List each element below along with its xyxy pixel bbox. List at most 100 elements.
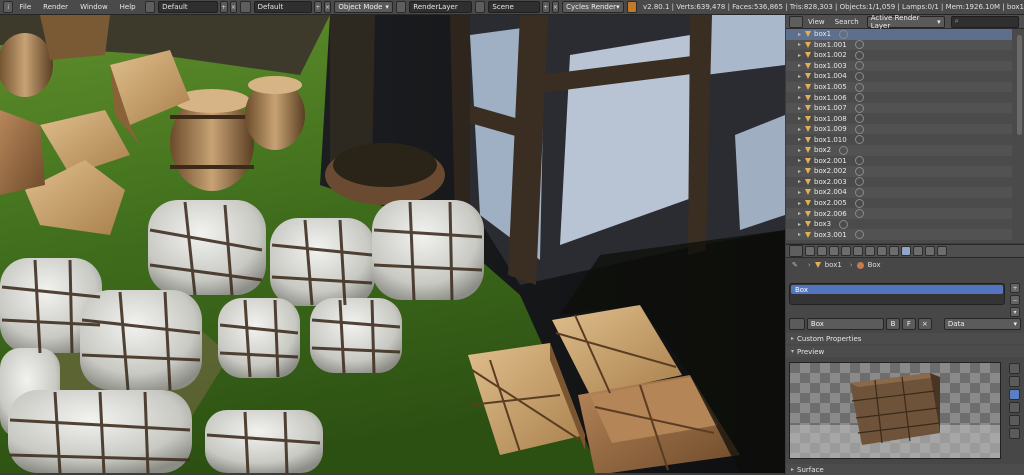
material-tab-icon[interactable] — [901, 246, 911, 256]
modifiers-tab-icon[interactable] — [877, 246, 887, 256]
scene-tab-icon[interactable] — [829, 246, 839, 256]
render-layer-icon[interactable] — [395, 1, 407, 13]
render-tab-icon[interactable] — [805, 246, 815, 256]
preview-monkey-icon[interactable] — [1009, 402, 1020, 413]
menu-window[interactable]: Window — [74, 3, 114, 11]
visibility-icon[interactable] — [854, 230, 864, 240]
pin-icon[interactable]: ✎ — [792, 261, 798, 269]
material-browse-icon[interactable] — [789, 318, 805, 330]
remove-scene-button[interactable]: × — [551, 1, 560, 13]
expand-arrow-icon[interactable]: ▸ — [798, 62, 804, 69]
visibility-icon[interactable] — [854, 93, 864, 103]
outliner-item[interactable]: ▸ box1.009 — [786, 123, 1012, 135]
visibility-icon[interactable] — [854, 198, 864, 208]
preview-panel-header[interactable]: ▾ Preview — [786, 346, 1024, 357]
expand-arrow-icon[interactable]: ▸ — [798, 52, 804, 59]
remove-slot-button[interactable]: − — [1010, 295, 1020, 305]
preview-cube-icon[interactable] — [1009, 389, 1020, 400]
expand-arrow-icon[interactable]: ▸ — [798, 210, 804, 217]
outliner-item[interactable]: ▸ box2.004 — [786, 187, 1012, 198]
expand-arrow-icon[interactable]: ▸ — [798, 41, 804, 48]
remove-screen-button[interactable]: × — [229, 1, 238, 13]
outliner-scrollbar[interactable] — [1017, 35, 1022, 135]
expand-arrow-icon[interactable]: ▸ — [798, 94, 804, 101]
link-dropdown[interactable]: Data ▾ — [943, 318, 1021, 330]
visibility-icon[interactable] — [854, 50, 864, 60]
expand-arrow-icon[interactable]: ▸ — [798, 231, 804, 238]
slot-specials-icon[interactable]: ▾ — [1010, 307, 1020, 317]
preview-hair-icon[interactable] — [1009, 415, 1020, 426]
outliner-item[interactable]: ▸ box2.003 — [786, 176, 1012, 188]
outliner-item[interactable]: ▸ box2.001 — [786, 155, 1012, 167]
outliner-item[interactable]: ▸ box2.005 — [786, 197, 1012, 209]
scene-icon[interactable] — [475, 1, 486, 13]
visibility-icon[interactable] — [854, 177, 864, 187]
remove-layout-button[interactable]: × — [323, 1, 332, 13]
visibility-icon[interactable] — [854, 103, 864, 113]
menu-file[interactable]: File — [13, 3, 37, 11]
outliner-item[interactable]: ▸ box1.003 — [786, 60, 1012, 72]
expand-arrow-icon[interactable]: ▸ — [798, 115, 804, 122]
scene-layout-field[interactable]: Default — [253, 1, 313, 13]
custom-properties-panel-header[interactable]: ▸ Custom Properties — [786, 333, 1024, 344]
menu-help[interactable]: Help — [114, 3, 142, 11]
expand-arrow-icon[interactable]: ▸ — [798, 178, 804, 185]
editor-type-icon[interactable] — [789, 15, 803, 28]
rendered-scene-image[interactable] — [0, 15, 785, 473]
outliner-item[interactable]: ▸ box1.004 — [786, 71, 1012, 82]
outliner-item[interactable]: ▸ box1.002 — [786, 50, 1012, 61]
add-scene-button[interactable]: + — [541, 1, 550, 13]
outliner-tree[interactable]: ▸ box1 ▸ box1.001 ▸ box1.002 ▸ box1.003 ▸ box… — [786, 29, 1012, 243]
unlink-material-button[interactable]: × — [917, 318, 932, 330]
add-screen-button[interactable]: + — [219, 1, 228, 13]
outliner-item[interactable]: ▸ box2 — [786, 145, 1012, 156]
outliner-item[interactable]: ▸ box1.006 — [786, 92, 1012, 103]
render-layers-tab-icon[interactable] — [817, 246, 827, 256]
outliner-item[interactable]: ▸ box1.007 — [786, 102, 1012, 114]
add-slot-button[interactable]: + — [1010, 283, 1020, 293]
constraints-tab-icon[interactable] — [865, 246, 875, 256]
scene-field[interactable]: Scene — [488, 1, 540, 13]
menu-render[interactable]: Render — [37, 3, 74, 11]
outliner-item[interactable]: ▸ box1.008 — [786, 113, 1012, 124]
expand-arrow-icon[interactable]: ▸ — [798, 147, 804, 154]
visibility-icon[interactable] — [854, 114, 864, 124]
editor-type-icon[interactable] — [789, 245, 803, 257]
expand-arrow-icon[interactable]: ▸ — [798, 105, 804, 112]
material-slot-row[interactable]: Box — [791, 285, 1003, 294]
editor-type-icon[interactable]: i — [3, 1, 14, 13]
visibility-icon[interactable] — [854, 135, 864, 145]
visibility-icon[interactable] — [854, 124, 864, 134]
expand-arrow-icon[interactable]: ▸ — [798, 84, 804, 91]
outliner-filter-dropdown[interactable]: Active Render Layer ▾ — [866, 14, 945, 30]
expand-arrow-icon[interactable]: ▸ — [798, 73, 804, 80]
visibility-icon[interactable] — [854, 61, 864, 71]
preview-sky-icon[interactable] — [1009, 428, 1020, 439]
visibility-icon[interactable] — [854, 156, 864, 166]
outliner-item-box1[interactable]: ▸ box1 — [786, 29, 1012, 40]
preview-sphere-icon[interactable] — [1009, 376, 1020, 387]
expand-arrow-icon[interactable]: ▸ — [798, 200, 804, 207]
scene-layout-icon[interactable] — [240, 1, 251, 13]
visibility-icon[interactable] — [854, 71, 864, 81]
visibility-icon[interactable] — [839, 29, 849, 39]
visibility-icon[interactable] — [854, 82, 864, 92]
3d-viewport[interactable] — [0, 15, 785, 473]
surface-panel-header[interactable]: ▸ Surface — [786, 464, 1024, 475]
outliner-item[interactable]: ▸ box1.010 — [786, 134, 1012, 146]
expand-arrow-icon[interactable]: ▸ — [798, 31, 804, 38]
visibility-icon[interactable] — [839, 219, 849, 229]
expand-arrow-icon[interactable]: ▸ — [798, 189, 804, 196]
expand-arrow-icon[interactable]: ▸ — [798, 221, 804, 228]
outliner-item[interactable]: ▸ box3.001 — [786, 229, 1012, 240]
fake-user-button[interactable]: F — [901, 318, 916, 330]
texture-tab-icon[interactable] — [913, 246, 923, 256]
screen-layout-field[interactable]: Default — [158, 1, 218, 13]
outliner-search-menu[interactable]: Search — [830, 18, 864, 26]
expand-arrow-icon[interactable]: ▸ — [798, 157, 804, 164]
outliner-item[interactable]: ▸ box3 — [786, 218, 1012, 230]
expand-arrow-icon[interactable]: ▸ — [798, 136, 804, 143]
data-tab-icon[interactable] — [889, 246, 899, 256]
outliner-item[interactable]: ▸ box1.001 — [786, 39, 1012, 51]
outliner-search-input[interactable]: ⌕ — [950, 15, 1019, 28]
